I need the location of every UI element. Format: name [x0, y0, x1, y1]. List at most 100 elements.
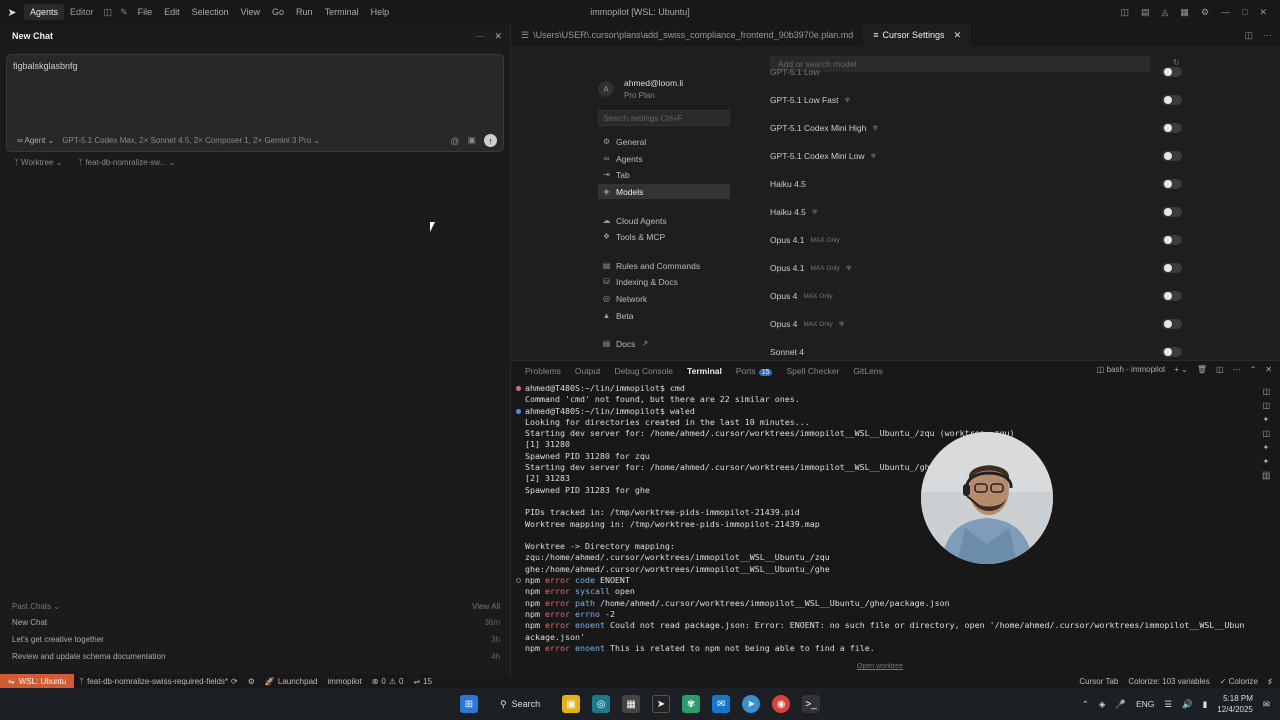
tab-cursor-settings[interactable]: ≡ Cursor Settings ✕	[863, 24, 972, 46]
tab-output[interactable]: Output	[568, 366, 608, 376]
past-chat-item[interactable]: Review and update schema documentation 4h	[12, 652, 500, 661]
remote-indicator[interactable]: ⇋ WSL: Ubuntu	[0, 674, 75, 688]
tray-app-icon[interactable]: ◈	[1099, 699, 1106, 710]
model-toggle[interactable]	[1162, 207, 1182, 217]
nav-network[interactable]: ◎ Network	[598, 291, 730, 306]
cursor-app-icon[interactable]: ➤	[652, 695, 671, 713]
menu-help[interactable]: Help	[365, 7, 396, 17]
menu-go[interactable]: Go	[266, 7, 290, 17]
colorize-status[interactable]: ✓ Colorize	[1220, 677, 1258, 686]
store-icon[interactable]: ▦	[622, 695, 641, 713]
layout-custom-icon[interactable]: ▦	[1177, 7, 1192, 18]
layout-sidebar-icon[interactable]: ◫	[1117, 7, 1132, 18]
menu-edit[interactable]: Edit	[158, 7, 186, 17]
shell-selector[interactable]: ◫ bash - immopilot	[1097, 365, 1165, 374]
settings-search-input[interactable]: Search settings Ctrl+F	[598, 110, 730, 126]
model-toggle[interactable]	[1162, 291, 1182, 301]
gitlens-icon[interactable]: ⚙	[243, 677, 260, 686]
layout-panel-icon[interactable]: ▤	[1138, 7, 1153, 18]
view-all-link[interactable]: View All	[472, 602, 500, 611]
notification-icon[interactable]: ✉	[1263, 699, 1270, 710]
agent-mode-dropdown[interactable]: ∞ Agent ⌄	[17, 136, 54, 145]
menu-terminal[interactable]: Terminal	[319, 7, 365, 17]
colorize-variables-status[interactable]: Colorize: 103 variables	[1128, 677, 1209, 686]
split-terminal-icon[interactable]: ◫	[1216, 365, 1224, 374]
new-terminal-icon[interactable]: + ⌄	[1174, 365, 1188, 374]
problems-indicator[interactable]: ⊗ 0 ⚠ 0	[367, 677, 409, 686]
nav-tab[interactable]: ⇥ Tab	[598, 167, 730, 182]
editor-more-icon[interactable]: ⋯	[1263, 30, 1272, 41]
nav-cloud-agents[interactable]: ☁ Cloud Agents	[598, 213, 730, 228]
notifications-bell-icon[interactable]: ♯	[1268, 677, 1272, 686]
git-branch[interactable]: ᛉ feat-db-nomralize-swiss-required-fields…	[74, 677, 242, 686]
new-chat-icon[interactable]: ✎	[116, 7, 132, 18]
edge-browser-icon[interactable]: ◎	[592, 695, 611, 713]
cursor-tab-status[interactable]: Cursor Tab	[1079, 677, 1118, 686]
mention-icon[interactable]: @	[450, 136, 459, 146]
model-toggle[interactable]	[1162, 95, 1182, 105]
terminal-instance-icon[interactable]: ✦	[1262, 457, 1270, 466]
worktree-dropdown[interactable]: ᛉ Worktree ⌄	[14, 158, 62, 167]
model-toggle[interactable]	[1162, 263, 1182, 273]
model-selector[interactable]: GPT-5.1 Codex Max, 2× Sonnet 4.5, 2× Com…	[62, 136, 320, 145]
close-chat-icon[interactable]: ✕	[494, 31, 502, 42]
send-button[interactable]: ↑	[484, 134, 497, 147]
language-indicator[interactable]: ENG	[1136, 699, 1154, 709]
branch-dropdown[interactable]: ᛉ feat-db-nomralize-sw... ⌄	[78, 158, 175, 167]
more-icon[interactable]: ⋯	[1233, 365, 1241, 374]
terminal-instance-icon[interactable]: ◫	[1262, 401, 1270, 410]
telegram-app-icon[interactable]: ➤	[742, 695, 761, 713]
command-marker-icon[interactable]	[516, 409, 521, 414]
tab-gitlens[interactable]: GitLens	[846, 366, 889, 376]
close-panel-icon[interactable]: ✕	[1265, 365, 1272, 374]
tab-spell-checker[interactable]: Spell Checker	[779, 366, 846, 376]
close-window-icon[interactable]: ✕	[1256, 7, 1270, 18]
tab-debug-console[interactable]: Debug Console	[607, 366, 680, 376]
terminal-instance-icon[interactable]: ✦	[1262, 415, 1270, 424]
menu-file[interactable]: File	[132, 7, 159, 17]
tab-agents[interactable]: Agents	[24, 4, 65, 20]
terminal-output[interactable]: ahmed@T480S:~/lin/immopilot$ cmd Command …	[525, 383, 1245, 654]
image-icon[interactable]: ▣	[467, 135, 476, 146]
windows-start-icon[interactable]: ⊞	[460, 695, 478, 713]
battery-icon[interactable]: ▮	[1203, 699, 1208, 710]
terminal-instance-icon[interactable]: ◫	[1262, 429, 1270, 438]
model-toggle[interactable]	[1162, 151, 1182, 161]
minimize-icon[interactable]: —	[1218, 7, 1233, 17]
taskbar-clock[interactable]: 5:18 PM 12/4/2025	[1217, 693, 1253, 715]
open-worktree-link[interactable]: Open worktree	[857, 663, 903, 670]
chat-input-text[interactable]: figbalskglasbnfg	[13, 61, 78, 71]
sidebar-toggle-icon[interactable]: ◫	[100, 7, 117, 18]
wifi-icon[interactable]: ☰	[1164, 699, 1172, 710]
tab-plan-file[interactable]: ☰ \Users\USER\.cursor\plans\add_swiss_com…	[511, 24, 863, 46]
more-options-icon[interactable]: ⋯	[475, 31, 484, 42]
chat-input-box[interactable]: figbalskglasbnfg ∞ Agent ⌄ GPT-5.1 Codex…	[6, 54, 504, 152]
file-explorer-icon[interactable]: ▣	[562, 695, 581, 713]
layout-secondary-icon[interactable]: ◬	[1159, 7, 1172, 18]
volume-icon[interactable]: 🔊	[1182, 699, 1193, 710]
nav-indexing[interactable]: ⛁ Indexing & Docs	[598, 274, 730, 289]
menu-run[interactable]: Run	[290, 7, 319, 17]
tab-terminal[interactable]: Terminal	[680, 366, 729, 376]
nav-beta[interactable]: ▲ Beta	[598, 308, 730, 323]
command-error-marker-icon[interactable]	[516, 386, 521, 391]
tab-editor[interactable]: Editor	[64, 7, 100, 17]
trash-icon[interactable]: 🗑	[1197, 365, 1207, 374]
mail-app-icon[interactable]: ✉	[712, 695, 731, 713]
tab-problems[interactable]: Problems	[518, 366, 568, 376]
model-toggle[interactable]	[1162, 123, 1182, 133]
split-editor-icon[interactable]: ◫	[1244, 30, 1253, 41]
past-chat-item[interactable]: Let's get creative together 3h	[12, 635, 500, 644]
nav-models[interactable]: ◈ Models	[598, 184, 730, 199]
model-toggle[interactable]	[1162, 235, 1182, 245]
nav-tools-mcp[interactable]: ❖ Tools & MCP	[598, 229, 730, 244]
menu-view[interactable]: View	[235, 7, 266, 17]
terminal-instance-icon[interactable]: ◫	[1262, 387, 1270, 396]
terminal-app-icon[interactable]: >_	[802, 695, 821, 713]
past-chat-item[interactable]: New Chat 36m	[12, 618, 500, 627]
model-toggle[interactable]	[1162, 347, 1182, 357]
chatgpt-app-icon[interactable]: ✾	[682, 695, 701, 713]
launchpad[interactable]: 🚀 Launchpad	[260, 677, 323, 686]
nav-general[interactable]: ⚙ General	[598, 134, 730, 149]
command-marker-icon[interactable]	[516, 578, 521, 583]
